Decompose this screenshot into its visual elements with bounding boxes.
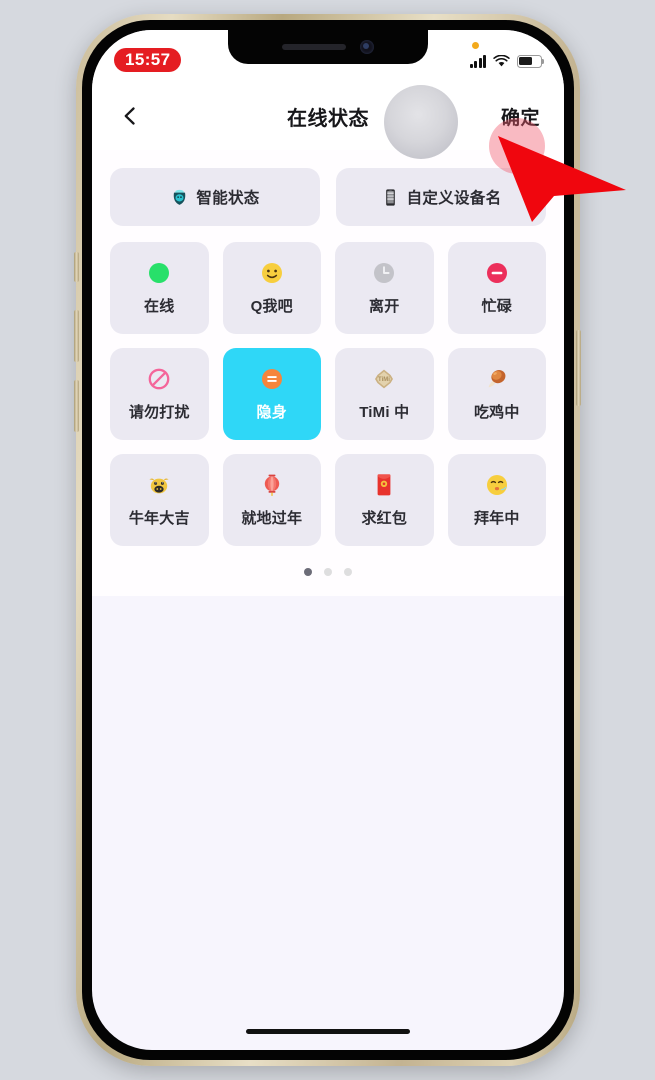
phone-screen: 15:57 在线状态 确定 智能状态 自定义设备名 在线 Q我吧 离开 忙碌 请…: [92, 30, 564, 1050]
pagination-dot-3[interactable]: [344, 568, 352, 576]
status-tile-label: 拜年中: [473, 510, 520, 527]
no-entry-icon: [148, 368, 170, 390]
status-tile-busy[interactable]: 忙碌: [447, 242, 546, 334]
green-circle-icon: [149, 263, 170, 283]
wifi-icon: [493, 54, 510, 66]
orange-equals-circle-icon: [261, 369, 282, 389]
grey-clock-icon: [374, 263, 395, 283]
status-tile-label: 请勿打扰: [128, 404, 190, 421]
status-bar-indicators: [469, 41, 545, 68]
smiley-face-icon: [261, 263, 282, 283]
earpiece-speaker-icon: [282, 44, 346, 50]
ox-face-icon: [149, 478, 169, 494]
timi-badge-icon: TiMi: [375, 369, 394, 389]
status-panel: 智能状态 自定义设备名 在线 Q我吧 离开 忙碌 请勿打扰 隐身 TiMi Ti…: [92, 150, 564, 596]
volume-up-button[interactable]: [74, 310, 79, 362]
status-tile-ox-year[interactable]: 牛年大吉: [110, 454, 209, 546]
status-tile-lantern[interactable]: 就地过年: [222, 454, 321, 546]
status-tile-new-year-greeting[interactable]: 拜年中: [447, 454, 546, 546]
smart-status-button[interactable]: 智能状态: [110, 168, 320, 226]
pagination-dots[interactable]: [110, 546, 546, 596]
pagination-dot-1[interactable]: [304, 568, 312, 576]
status-tile-label: 隐身: [256, 404, 287, 421]
front-camera-icon: [360, 40, 374, 54]
red-envelope-icon: [377, 474, 391, 496]
status-tile-chicken[interactable]: 吃鸡中: [447, 348, 546, 440]
smart-status-label: 智能状态: [196, 190, 260, 207]
status-tile-red-envelope[interactable]: 求红包: [335, 454, 434, 546]
status-tile-q-me[interactable]: Q我吧: [222, 242, 321, 334]
status-tile-label: 就地过年: [241, 510, 303, 527]
pagination-dot-2[interactable]: [324, 568, 332, 576]
device-name-icon: [385, 188, 395, 206]
status-tile-label: TiMi 中: [359, 404, 410, 421]
notch: [228, 30, 428, 64]
volume-down-button[interactable]: [74, 380, 79, 432]
status-bar-time: 15:57: [114, 47, 182, 73]
chicken-drumstick-icon: [488, 370, 506, 388]
tap-highlight-circle: [489, 118, 545, 174]
status-tile-label: 忙碌: [481, 298, 512, 315]
status-tile-label: 吃鸡中: [473, 404, 520, 421]
red-lantern-icon: [264, 474, 279, 496]
page-title: 在线状态: [287, 107, 369, 130]
status-tile-away[interactable]: 离开: [335, 242, 434, 334]
top-actions-row: 智能状态 自定义设备名: [110, 168, 546, 226]
status-tile-label: 牛年大吉: [128, 510, 190, 527]
status-tile-invisible[interactable]: 隐身: [222, 348, 321, 440]
status-tile-do-not-disturb[interactable]: 请勿打扰: [110, 348, 209, 440]
custom-device-name-button[interactable]: 自定义设备名: [336, 168, 546, 226]
status-tile-label: 离开: [369, 298, 400, 315]
status-tile-label: 求红包: [361, 510, 408, 527]
status-tile-timi[interactable]: TiMi TiMi 中: [335, 348, 434, 440]
status-grid: 在线 Q我吧 离开 忙碌 请勿打扰 隐身 TiMi TiMi 中 吃鸡中 牛年大…: [110, 242, 546, 546]
battery-icon: [517, 54, 545, 68]
status-tile-label: Q我吧: [250, 298, 293, 315]
red-minus-circle-icon: [486, 263, 507, 283]
back-button[interactable]: [116, 102, 144, 130]
orange-dot-icon: [471, 41, 479, 49]
touch-recording-indicator: [384, 85, 458, 159]
smart-status-icon: [174, 189, 186, 205]
kissing-face-icon: [486, 475, 507, 495]
home-indicator[interactable]: [246, 1029, 410, 1034]
power-button[interactable]: [576, 330, 581, 406]
cellular-signal-icon: [469, 54, 486, 68]
svg-text:TiMi: TiMi: [378, 377, 390, 383]
status-tile-online[interactable]: 在线: [110, 242, 209, 334]
status-tile-label: 在线: [144, 298, 175, 315]
chevron-left-icon: [124, 107, 135, 125]
custom-device-name-label: 自定义设备名: [406, 190, 502, 207]
mute-switch-button[interactable]: [74, 252, 79, 282]
